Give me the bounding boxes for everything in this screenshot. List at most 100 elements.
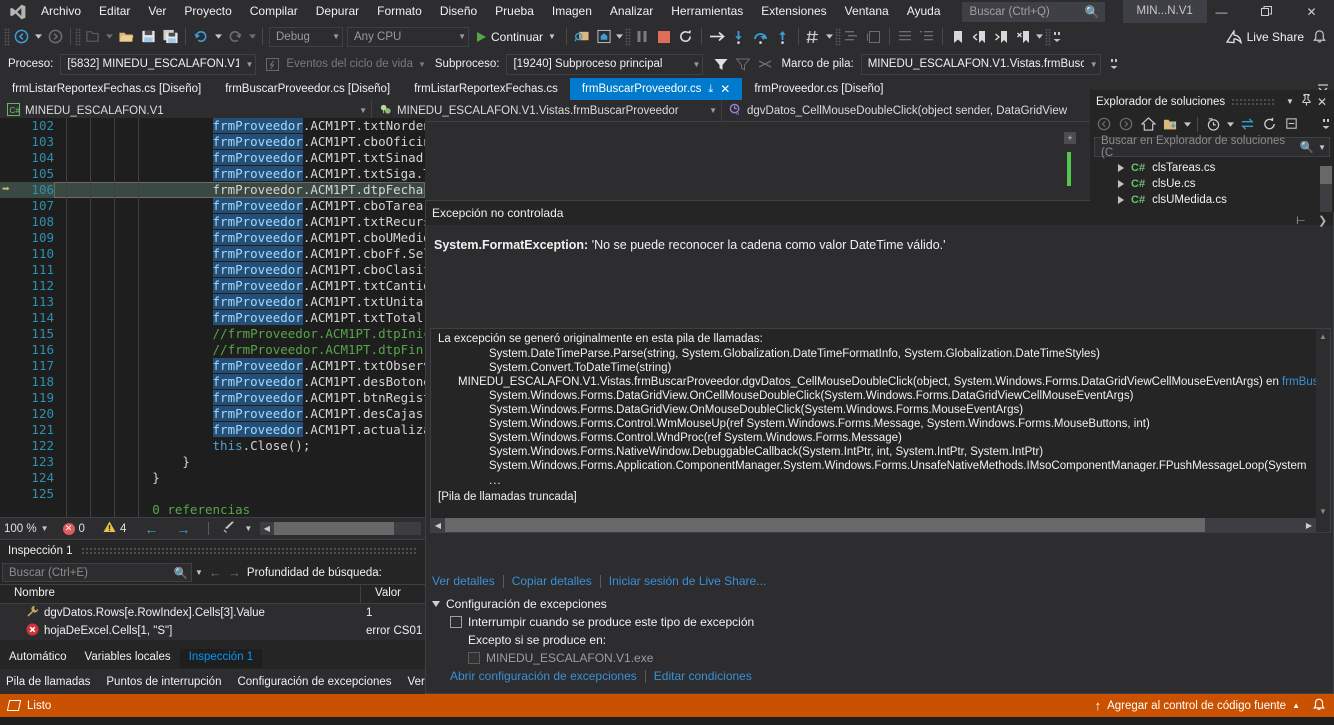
chevron-up-icon[interactable]: ▲ bbox=[1292, 701, 1300, 710]
panel-grip[interactable] bbox=[80, 546, 417, 555]
filter-icon[interactable] bbox=[712, 53, 730, 75]
tab-pin-icon[interactable]: ⤓ bbox=[708, 83, 713, 96]
outline-icon[interactable] bbox=[916, 26, 938, 48]
toolbar-grip-2[interactable] bbox=[75, 27, 81, 46]
menu-item-extensiones[interactable]: Extensiones bbox=[752, 1, 835, 23]
code-line[interactable]: 121 frmProveedor.ACM1PT.actualizar bbox=[0, 422, 425, 438]
stack-frame[interactable]: System.Windows.Forms.DataGridView.OnCell… bbox=[431, 389, 1330, 403]
zoom-dropdown-icon[interactable]: ▼ bbox=[41, 524, 49, 533]
flatten-icon[interactable] bbox=[756, 53, 774, 75]
scroll-up-icon[interactable]: ▲ bbox=[1316, 329, 1330, 343]
solution-configuration-select[interactable]: Debug ▼ bbox=[269, 26, 343, 47]
menu-item-archivo[interactable]: Archivo bbox=[32, 1, 90, 23]
next-error-icon[interactable]: → bbox=[176, 521, 190, 537]
scroll-up-arrow-icon[interactable]: + bbox=[1064, 132, 1076, 144]
chevron-down-icon[interactable] bbox=[1182, 114, 1192, 134]
document-tab[interactable]: frmListarReportexFechas.cs [Diseño] bbox=[0, 78, 214, 100]
quick-search-box[interactable]: Buscar (Ctrl+Q) 🔍 bbox=[961, 1, 1105, 22]
tool-window-tab[interactable]: Pila de llamadas bbox=[0, 674, 100, 688]
document-tab[interactable]: frmListarReportexFechas.cs bbox=[402, 78, 570, 100]
back-icon[interactable] bbox=[1094, 114, 1114, 134]
new-project-dropdown-icon[interactable] bbox=[103, 26, 115, 48]
hash-marks-icon[interactable] bbox=[803, 26, 825, 48]
save-all-icon[interactable] bbox=[159, 26, 181, 48]
process-select[interactable]: [5832] MINEDU_ESCALAFON.V1.ex ▼ bbox=[60, 53, 257, 75]
bookmark-dropdown-icon[interactable] bbox=[1035, 26, 1045, 48]
watch-row-name-cell[interactable]: hojaDeExcel.Cells[1, "S"] bbox=[0, 621, 360, 640]
tab-close-icon[interactable]: ✕ bbox=[720, 82, 730, 96]
code-line[interactable]: 113 frmProveedor.ACM1PT.txtUnitaric bbox=[0, 294, 425, 310]
open-exception-settings-link[interactable]: Abrir configuración de excepciones bbox=[450, 669, 645, 683]
document-tab-active[interactable]: frmBuscarProveedor.cs ⤓ ✕ bbox=[569, 78, 743, 100]
tool-window-tab[interactable]: Puntos de interrupción bbox=[100, 674, 231, 688]
redo-icon[interactable] bbox=[224, 26, 246, 48]
hot-reload-dropdown-icon[interactable] bbox=[615, 26, 625, 48]
clear-bookmarks-icon[interactable] bbox=[1013, 26, 1035, 48]
comment-icon[interactable] bbox=[863, 26, 885, 48]
live-share-button[interactable]: Live Share bbox=[1225, 29, 1304, 44]
code-line[interactable]: 109 frmProveedor.ACM1PT.cboUMedida bbox=[0, 230, 425, 246]
editor-vertical-scrollbar[interactable]: + bbox=[1063, 130, 1077, 210]
except-module-row[interactable]: MINEDU_ESCALAFON.V1.exe bbox=[432, 651, 754, 665]
error-count-badge[interactable]: ✕ 0 bbox=[62, 522, 85, 535]
restore-button[interactable] bbox=[1244, 0, 1289, 23]
undo-icon[interactable] bbox=[190, 26, 212, 48]
pending-changes-icon[interactable] bbox=[1203, 114, 1223, 134]
source-control-label[interactable]: Agregar al control de código fuente bbox=[1107, 700, 1286, 712]
debugbar-overflow-icon[interactable] bbox=[1108, 53, 1120, 75]
stack-frame[interactable]: System.DateTimeParse.Parse(string, Syste… bbox=[431, 347, 1330, 361]
attach-to-process-icon[interactable] bbox=[571, 26, 593, 48]
scroll-right-icon[interactable]: ▶ bbox=[1302, 518, 1316, 532]
live-share-session-link[interactable]: Iniciar sesión de Live Share... bbox=[601, 574, 774, 588]
show-all-files-icon[interactable] bbox=[1160, 114, 1180, 134]
watch-row-name-cell[interactable]: dgvDatos.Rows[e.RowIndex].Cells[3].Value bbox=[0, 603, 360, 622]
code-lines[interactable]: 102 frmProveedor.ACM1PT.txtNorden.Text =… bbox=[0, 118, 425, 517]
step-out-icon[interactable] bbox=[772, 26, 794, 48]
exception-settings-expander[interactable]: Configuración de excepciones bbox=[432, 597, 754, 611]
show-next-statement-icon[interactable] bbox=[706, 26, 728, 48]
filter-off-icon[interactable] bbox=[735, 53, 751, 75]
chevron-down-icon[interactable]: ▼ bbox=[244, 524, 252, 533]
toolbar-grip-4[interactable] bbox=[834, 27, 841, 46]
code-line[interactable]: 120 frmProveedor.ACM1PT.desCajas(tr bbox=[0, 406, 425, 422]
tool-window-tab[interactable]: Configuración de excepciones bbox=[231, 674, 401, 688]
menu-item-editar[interactable]: Editar bbox=[90, 1, 139, 23]
save-icon[interactable] bbox=[137, 26, 159, 48]
edit-conditions-link[interactable]: Editar condiciones bbox=[646, 669, 752, 683]
solution-tree-item[interactable]: C# clsTareas.cs bbox=[1090, 160, 1334, 176]
solution-tree[interactable]: C# clsTareas.cs C# clsUe.cs C# clsUMedida.cs bbox=[1090, 160, 1334, 208]
solution-platform-select[interactable]: Any CPU ▼ bbox=[347, 26, 469, 47]
indent-decrease-icon[interactable] bbox=[841, 26, 863, 48]
solution-tree-item[interactable]: C# clsUe.cs bbox=[1090, 176, 1334, 192]
code-line[interactable]: ➡ 106 frmProveedor.ACM1PT.dtpFecha.Value … bbox=[0, 182, 425, 198]
refresh-icon[interactable] bbox=[1259, 114, 1279, 134]
scroll-left-icon[interactable]: ◀ bbox=[431, 518, 445, 532]
view-details-link[interactable]: Ver detalles bbox=[432, 574, 503, 588]
code-line[interactable]: 115 //frmProveedor.ACM1PT.dtpInicic bbox=[0, 326, 425, 342]
panel-menu-icon[interactable]: ▼ bbox=[1282, 97, 1298, 106]
stack-frame[interactable]: System.Windows.Forms.Control.WmMouseUp(r… bbox=[431, 417, 1330, 431]
toolbar-grip-5[interactable] bbox=[1044, 27, 1051, 46]
chevron-down-icon[interactable]: ▼ bbox=[195, 568, 203, 577]
code-line[interactable]: 104 frmProveedor.ACM1PT.txtSinad.Text = … bbox=[0, 150, 425, 166]
menu-item-proyecto[interactable]: Proyecto bbox=[175, 1, 240, 23]
search-next-icon[interactable]: → bbox=[228, 565, 241, 580]
align-icon[interactable] bbox=[894, 26, 916, 48]
scroll-down-icon[interactable]: ▼ bbox=[1316, 504, 1330, 518]
stack-frame[interactable]: System.Windows.Forms.NativeWindow.Debugg… bbox=[431, 445, 1330, 459]
scroll-thumb[interactable] bbox=[274, 522, 395, 535]
stack-vertical-scrollbar[interactable]: ▲ ▼ bbox=[1316, 329, 1330, 532]
code-line[interactable]: 116 //frmProveedor.ACM1PT.dtpFin.Va bbox=[0, 342, 425, 358]
toolbar-overflow-icon[interactable] bbox=[1051, 26, 1063, 48]
code-line[interactable]: 118 frmProveedor.ACM1PT.desBotones bbox=[0, 374, 425, 390]
navigate-forward-icon[interactable] bbox=[44, 26, 66, 48]
stack-frame[interactable]: System.Windows.Forms.Control.WndProc(ref… bbox=[431, 431, 1330, 445]
copy-details-link[interactable]: Copiar detalles bbox=[504, 574, 600, 588]
watch-row[interactable]: hojaDeExcel.Cells[1, "S"] error CS01 bbox=[0, 621, 425, 640]
navigate-backward-dropdown-icon[interactable] bbox=[32, 26, 44, 48]
stop-icon[interactable] bbox=[653, 26, 675, 48]
watch-search-input[interactable]: Buscar (Ctrl+E) 🔍 bbox=[2, 563, 192, 582]
search-previous-icon[interactable]: ← bbox=[209, 565, 222, 580]
break-checkbox[interactable] bbox=[450, 616, 462, 628]
exception-call-stack[interactable]: La excepción se generó originalmente en … bbox=[430, 328, 1331, 533]
